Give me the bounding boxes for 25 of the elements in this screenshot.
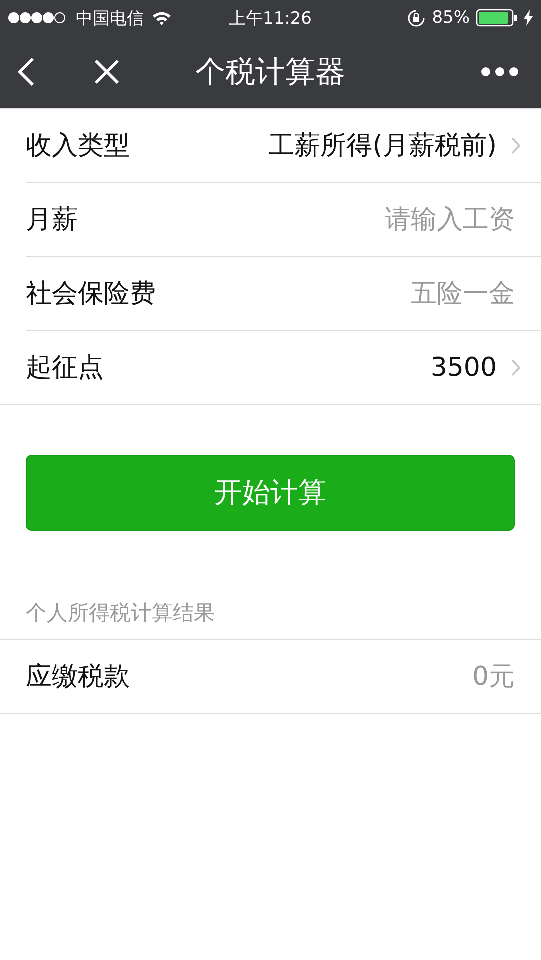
back-icon[interactable] <box>16 57 36 87</box>
page-title: 个税计算器 <box>196 54 346 92</box>
result-value: 0元 <box>472 661 515 694</box>
section-heading: 个人所得税计算结果 <box>25 600 216 627</box>
clock-time: 上午11:26 <box>229 8 312 30</box>
signal-icon <box>8 12 68 24</box>
battery-icon <box>476 9 518 27</box>
wifi-icon <box>152 10 172 26</box>
field-label: 社会保险费 <box>26 278 156 311</box>
field-label: 起征点 <box>26 352 104 385</box>
carrier-name: 中国电信 <box>76 8 144 30</box>
more-icon[interactable] <box>481 67 519 77</box>
field-label: 收入类型 <box>26 130 130 163</box>
field-label: 月薪 <box>26 204 78 237</box>
chevron-icon <box>511 358 521 376</box>
charging-icon <box>524 10 533 26</box>
rotation-lock-icon <box>407 8 426 28</box>
picker-value[interactable]: 3500 <box>430 352 497 382</box>
picker-value[interactable]: 工薪所得(月薪税前) <box>268 128 497 163</box>
chevron-icon <box>511 136 521 154</box>
input-field[interactable]: 五险一金 <box>235 278 515 308</box>
battery-percent: 85% <box>432 8 470 28</box>
close-icon[interactable] <box>94 59 120 85</box>
input-field[interactable]: 请输入工资 <box>235 204 515 234</box>
result-label: 应缴税款 <box>26 661 130 694</box>
